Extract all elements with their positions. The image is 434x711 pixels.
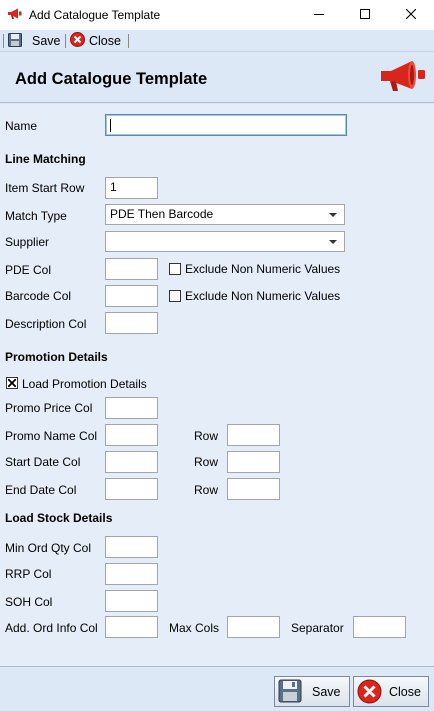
start-date-col-label: Start Date Col (5, 455, 81, 469)
chevron-down-icon (329, 240, 337, 244)
end-date-col-label: End Date Col (5, 483, 77, 497)
barcode-col-input[interactable] (105, 285, 158, 307)
maximize-icon (360, 8, 370, 22)
floppy-disk-icon (8, 32, 22, 50)
match-type-label: Match Type (5, 209, 67, 223)
window-title: Add Catalogue Template (29, 8, 161, 22)
page-title: Add Catalogue Template (15, 70, 208, 88)
megaphone-icon (7, 7, 23, 24)
promo-name-row-input[interactable] (227, 424, 280, 446)
min-ord-qty-col-input[interactable] (105, 536, 158, 558)
window-titlebar: Add Catalogue Template (0, 0, 434, 30)
end-date-row-input[interactable] (227, 478, 280, 500)
toolbar: Save Close (0, 30, 434, 52)
promotion-heading: Promotion Details (5, 350, 108, 364)
close-button-label: Close (389, 685, 421, 699)
add-ord-info-col-label: Add. Ord Info Col (5, 621, 98, 635)
pde-exclude-checkbox[interactable] (169, 263, 181, 275)
chevron-down-icon (329, 213, 337, 217)
stock-heading: Load Stock Details (5, 511, 113, 525)
toolbar-close-button[interactable]: Close (70, 32, 121, 50)
toolbar-grip (3, 34, 4, 48)
separator-label: Separator (291, 621, 344, 635)
barcode-exclude-label: Exclude Non Numeric Values (185, 289, 341, 303)
end-date-col-input[interactable] (105, 478, 158, 500)
supplier-label: Supplier (5, 235, 50, 249)
max-cols-label: Max Cols (169, 621, 220, 635)
promo-name-col-input[interactable] (105, 424, 158, 446)
soh-col-label: SOH Col (5, 595, 53, 609)
pde-col-label: PDE Col (5, 263, 52, 277)
rrp-col-input[interactable] (105, 563, 158, 585)
pde-col-input[interactable] (105, 258, 158, 280)
toolbar-save-button[interactable]: Save (8, 32, 61, 50)
line-matching-heading: Line Matching (5, 152, 86, 166)
maximize-button[interactable] (342, 0, 388, 30)
soh-col-input[interactable] (105, 590, 158, 612)
promo-name-row-label: Row (194, 429, 219, 443)
item-start-row-input[interactable]: 1 (105, 177, 158, 199)
red-x-circle-icon (357, 679, 382, 707)
promo-name-col-label: Promo Name Col (5, 429, 98, 443)
max-cols-input[interactable] (227, 616, 280, 638)
close-button[interactable]: Close (353, 676, 429, 707)
toolbar-separator (65, 34, 66, 48)
item-start-row-label: Item Start Row (5, 181, 85, 195)
load-promotion-checkbox[interactable] (6, 377, 18, 389)
red-x-circle-icon (70, 32, 85, 50)
min-ord-qty-col-label: Min Ord Qty Col (5, 541, 92, 555)
start-date-row-input[interactable] (227, 451, 280, 473)
floppy-disk-icon (278, 679, 302, 706)
toolbar-separator (128, 34, 129, 48)
name-label: Name (5, 119, 38, 133)
supplier-dropdown[interactable] (105, 231, 345, 252)
toolbar-close-label: Close (89, 34, 121, 48)
match-type-dropdown[interactable]: PDE Then Barcode (105, 204, 345, 225)
promo-price-col-input[interactable] (105, 397, 158, 419)
barcode-exclude-checkbox[interactable] (169, 290, 181, 302)
minimize-button[interactable] (296, 0, 342, 30)
barcode-col-label: Barcode Col (5, 289, 72, 303)
close-icon (405, 8, 417, 22)
description-col-input[interactable] (105, 312, 158, 334)
add-ord-info-col-input[interactable] (105, 616, 158, 638)
separator-input[interactable] (353, 616, 406, 638)
toolbar-save-label: Save (32, 34, 61, 48)
rrp-col-label: RRP Col (5, 567, 52, 581)
start-date-col-input[interactable] (105, 451, 158, 473)
window-close-button[interactable] (388, 0, 434, 30)
page-header: Add Catalogue Template (0, 53, 434, 103)
match-type-value: PDE Then Barcode (110, 207, 214, 221)
start-date-row-label: Row (194, 455, 219, 469)
pde-exclude-label: Exclude Non Numeric Values (185, 262, 341, 276)
minimize-icon (314, 8, 324, 22)
footer-bar: Save Close (0, 666, 434, 711)
promo-price-col-label: Promo Price Col (5, 401, 93, 415)
text-caret (110, 119, 111, 132)
save-button[interactable]: Save (274, 676, 350, 707)
end-date-row-label: Row (194, 483, 219, 497)
load-promotion-label: Load Promotion Details (22, 377, 147, 391)
name-input[interactable] (105, 114, 347, 136)
form-panel: Name Line Matching Item Start Row 1 Matc… (0, 104, 434, 666)
megaphone-icon (378, 59, 428, 96)
description-col-label: Description Col (5, 317, 87, 331)
save-button-label: Save (312, 685, 341, 699)
